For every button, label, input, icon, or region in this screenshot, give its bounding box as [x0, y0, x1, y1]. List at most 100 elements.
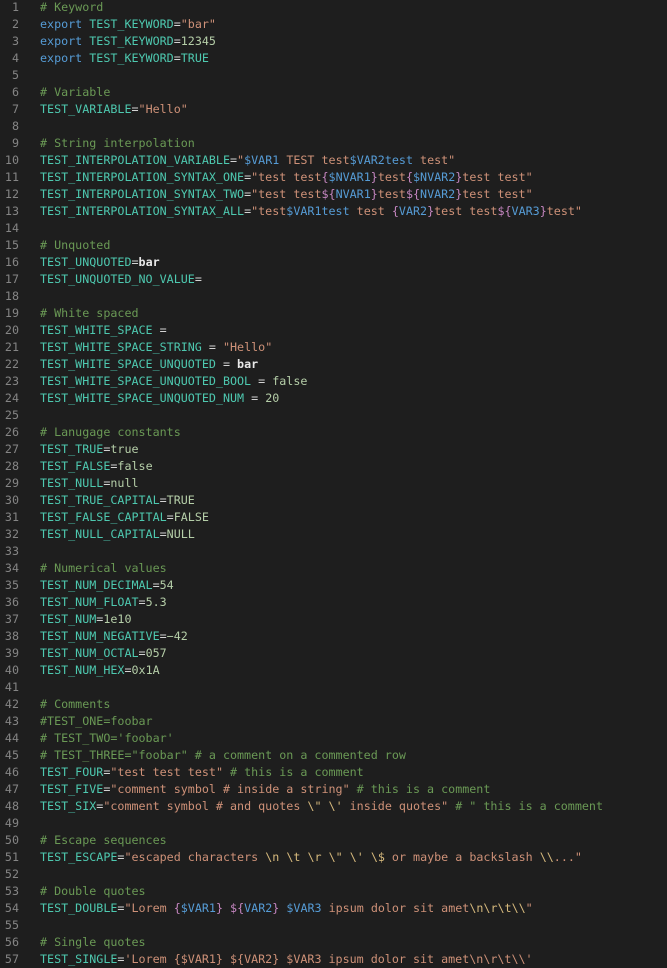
token-str: TEST test [279, 153, 350, 167]
code-line[interactable]: 42 # Comments [0, 696, 667, 713]
code-line[interactable]: 52 [0, 866, 667, 883]
code-line[interactable]: 10 TEST_INTERPOLATION_VARIABLE="$VAR1 TES… [0, 152, 667, 169]
code-line[interactable]: 17 TEST_UNQUOTED_NO_VALUE= [0, 271, 667, 288]
line-code: TEST_TRUE=true [40, 441, 139, 458]
token-op: = [173, 34, 181, 48]
code-line[interactable]: 38 TEST_NUM_NEGATIVE=−42 [0, 628, 667, 645]
line-number: 24 [4, 391, 19, 405]
code-line[interactable]: 19 # White spaced [0, 305, 667, 322]
code-line[interactable]: 50 # Escape sequences [0, 832, 667, 849]
code-line[interactable]: 51 TEST_ESCAPE="escaped characters \n \t … [0, 849, 667, 866]
code-line[interactable]: 12 TEST_INTERPOLATION_SYNTAX_TWO="test te… [0, 186, 667, 203]
token-cmt: # this is a comment [222, 765, 364, 779]
code-line[interactable]: 40 TEST_NUM_HEX=0x1A [0, 662, 667, 679]
code-line[interactable]: 3 export TEST_KEYWORD=12345 [0, 33, 667, 50]
token-interp: $NVAR2 [413, 170, 456, 184]
code-line[interactable]: 22 TEST_WHITE_SPACE_UNQUOTED = bar [0, 356, 667, 373]
code-line[interactable]: 36 TEST_NUM_FLOAT=5.3 [0, 594, 667, 611]
code-line[interactable]: 37 TEST_NUM=1e10 [0, 611, 667, 628]
code-line[interactable]: 7 TEST_VARIABLE="Hello" [0, 101, 667, 118]
code-line[interactable]: 41 [0, 679, 667, 696]
code-line[interactable]: 54 TEST_DOUBLE="Lorem {$VAR1} ${VAR2} $VA… [0, 900, 667, 917]
token-str: test" [413, 153, 456, 167]
token-num: 20 [265, 391, 280, 405]
code-line[interactable]: 45 # TEST_THREE="foobar" # a comment on a… [0, 747, 667, 764]
code-line[interactable]: 43 #TEST_ONE=foobar [0, 713, 667, 730]
token-cmt: # Numerical values [40, 561, 167, 575]
token-brace: } [539, 204, 547, 218]
code-line[interactable]: 5 [0, 67, 667, 84]
line-number: 16 [4, 255, 19, 269]
code-line[interactable]: 15 # Unquoted [0, 237, 667, 254]
code-line[interactable]: 11 TEST_INTERPOLATION_SYNTAX_ONE="test te… [0, 169, 667, 186]
code-line[interactable]: 35 TEST_NUM_DECIMAL=54 [0, 577, 667, 594]
line-code: TEST_NUM_FLOAT=5.3 [40, 594, 167, 611]
code-line[interactable]: 33 [0, 543, 667, 560]
code-line[interactable]: 13 TEST_INTERPOLATION_SYNTAX_ALL="test$VA… [0, 203, 667, 220]
code-line[interactable]: 8 [0, 118, 667, 135]
code-line[interactable]: 26 # Lanugage constants [0, 424, 667, 441]
code-editor[interactable]: 1 # Keyword 2 export TEST_KEYWORD="bar" 3 exp… [0, 0, 667, 968]
code-line[interactable]: 24 TEST_WHITE_SPACE_UNQUOTED_NUM = 20 [0, 390, 667, 407]
code-line[interactable]: 53 # Double quotes [0, 883, 667, 900]
token-op: = [159, 527, 167, 541]
token-op: = [124, 663, 132, 677]
code-line[interactable]: 6 # Variable [0, 84, 667, 101]
token-num: false [272, 374, 308, 388]
code-line[interactable]: 2 export TEST_KEYWORD="bar" [0, 16, 667, 33]
token-interp: $VAR1 [180, 901, 216, 915]
token-cmt: # Escape sequences [40, 833, 167, 847]
code-line[interactable]: 56 # Single quotes [0, 934, 667, 951]
token-cmt: # Lanugage constants [40, 425, 181, 439]
code-line[interactable]: 28 TEST_FALSE=false [0, 458, 667, 475]
token-var: TEST_UNQUOTED_NO_VALUE [40, 272, 195, 286]
code-line[interactable]: 32 TEST_NULL_CAPITAL=NULL [0, 526, 667, 543]
code-line[interactable]: 31 TEST_FALSE_CAPITAL=FALSE [0, 509, 667, 526]
code-line[interactable]: 55 [0, 917, 667, 934]
code-line[interactable]: 20 TEST_WHITE_SPACE = [0, 322, 667, 339]
code-line[interactable]: 44 # TEST_TWO='foobar' [0, 730, 667, 747]
code-line[interactable]: 48 TEST_SIX="comment symbol # and quotes … [0, 798, 667, 815]
line-number: 27 [4, 442, 19, 456]
code-line[interactable]: 16 TEST_UNQUOTED=bar [0, 254, 667, 271]
code-line[interactable]: 30 TEST_TRUE_CAPITAL=TRUE [0, 492, 667, 509]
line-code: # TEST_THREE="foobar" # a comment on a c… [40, 747, 406, 764]
token-var: TEST_NUM_DECIMAL [40, 578, 153, 592]
code-line[interactable]: 57 TEST_SINGLE='Lorem {$VAR1} ${VAR2} $VA… [0, 951, 667, 968]
line-number: 11 [4, 170, 19, 184]
token-interp: NVAR2 [420, 187, 456, 201]
code-line[interactable]: 4 export TEST_KEYWORD=TRUE [0, 50, 667, 67]
line-number: 23 [4, 374, 19, 388]
code-line[interactable]: 27 TEST_TRUE=true [0, 441, 667, 458]
code-line[interactable]: 1 # Keyword [0, 0, 667, 16]
token-interp: $VAR2test [349, 153, 413, 167]
token-var: TEST_NUM_FLOAT [40, 595, 139, 609]
code-line[interactable]: 39 TEST_NUM_OCTAL=057 [0, 645, 667, 662]
token-var: TEST_KEYWORD [89, 34, 174, 48]
line-code: TEST_FOUR="test test test" # this is a c… [40, 764, 364, 781]
line-code: TEST_NUM_NEGATIVE=−42 [40, 628, 188, 645]
code-line[interactable]: 29 TEST_NULL=null [0, 475, 667, 492]
code-line[interactable]: 34 # Numerical values [0, 560, 667, 577]
code-line[interactable]: 14 [0, 220, 667, 237]
code-line[interactable]: 25 [0, 407, 667, 424]
line-code: TEST_VARIABLE="Hello" [40, 101, 188, 118]
token-cmt: # Keyword [40, 0, 104, 14]
code-line[interactable]: 47 TEST_FIVE="comment symbol # inside a s… [0, 781, 667, 798]
code-line[interactable]: 23 TEST_WHITE_SPACE_UNQUOTED_BOOL = false [0, 373, 667, 390]
token-cmt: # Double quotes [40, 884, 146, 898]
code-line[interactable]: 46 TEST_FOUR="test test test" # this is a… [0, 764, 667, 781]
token-str: test [377, 187, 406, 201]
line-number: 2 [11, 17, 19, 31]
token-kw: export [40, 34, 90, 48]
code-line[interactable]: 18 [0, 288, 667, 305]
code-line[interactable]: 21 TEST_WHITE_SPACE_STRING = "Hello" [0, 339, 667, 356]
token-var: TEST_NUM_OCTAL [40, 646, 139, 660]
line-number: 19 [4, 306, 19, 320]
line-number: 40 [4, 663, 19, 677]
code-line[interactable]: 49 [0, 815, 667, 832]
token-num: 5.3 [145, 595, 167, 609]
token-str: test test [434, 204, 498, 218]
line-code: # Comments [40, 696, 110, 713]
code-line[interactable]: 9 # String interpolation [0, 135, 667, 152]
